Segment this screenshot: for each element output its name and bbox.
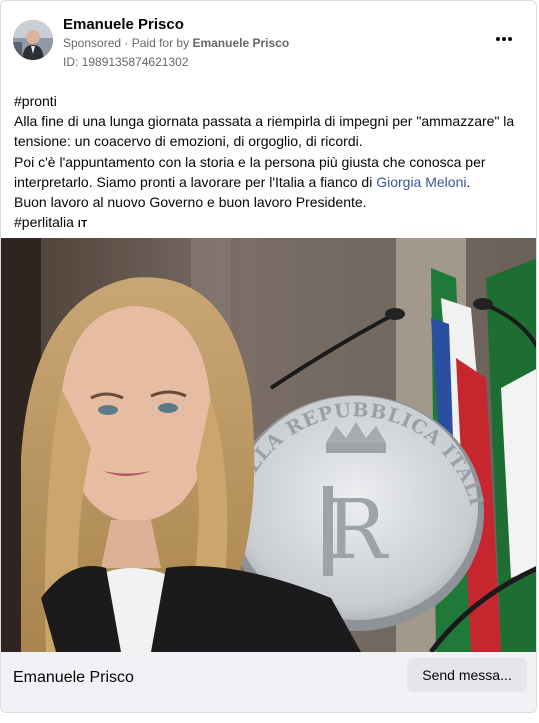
sponsored-label: Sponsored bbox=[63, 36, 122, 50]
mention-link[interactable]: Giorgia Meloni bbox=[376, 174, 466, 190]
send-message-button[interactable]: Send messa... bbox=[407, 658, 527, 692]
post-photo: DELLA REPUBBLICA ITALIANA R bbox=[1, 238, 536, 652]
ad-footer: Emanuele Prisco Send messa... bbox=[1, 652, 536, 712]
author-name[interactable]: Emanuele Prisco bbox=[63, 16, 184, 33]
avatar[interactable] bbox=[13, 20, 53, 60]
svg-text:R: R bbox=[325, 483, 389, 578]
hashtag-perlitalia[interactable]: #perlitalia bbox=[14, 214, 74, 230]
more-icon-dot bbox=[508, 37, 513, 41]
more-icon-dot bbox=[495, 37, 500, 41]
text-line: Alla fine di una lunga giornata passata … bbox=[14, 113, 515, 150]
ad-id: ID: 1989135874621302 bbox=[63, 55, 189, 69]
more-options-button[interactable] bbox=[492, 29, 516, 49]
post-text: #pronti Alla fine di una lunga giornata … bbox=[14, 91, 526, 235]
avatar-photo-icon bbox=[13, 20, 53, 60]
footer-page-name[interactable]: Emanuele Prisco bbox=[13, 669, 134, 687]
text-line: Poi c'è l'appuntamento con la storia e l… bbox=[14, 152, 526, 192]
text-line: Buon lavoro al nuovo Governo e buon lavo… bbox=[14, 194, 367, 211]
separator-dot: · bbox=[124, 36, 132, 50]
hashtag-pronti[interactable]: #pronti bbox=[14, 91, 526, 111]
paid-by-name: Emanuele Prisco bbox=[192, 36, 290, 50]
post-header: Emanuele Prisco Sponsored · Paid for by … bbox=[1, 1, 536, 81]
hashtag-line: #perlitalia IT bbox=[14, 212, 526, 235]
italy-flag-emoji: IT bbox=[77, 219, 88, 231]
paid-for-prefix: Paid for by bbox=[131, 36, 190, 50]
text-segment: . bbox=[466, 173, 471, 190]
ad-card: Emanuele Prisco Sponsored · Paid for by … bbox=[0, 0, 537, 713]
sponsor-line: Sponsored · Paid for by Emanuele Prisco bbox=[63, 36, 289, 50]
more-icon-dot bbox=[502, 37, 506, 41]
post-image[interactable]: DELLA REPUBBLICA ITALIANA R bbox=[1, 238, 536, 652]
